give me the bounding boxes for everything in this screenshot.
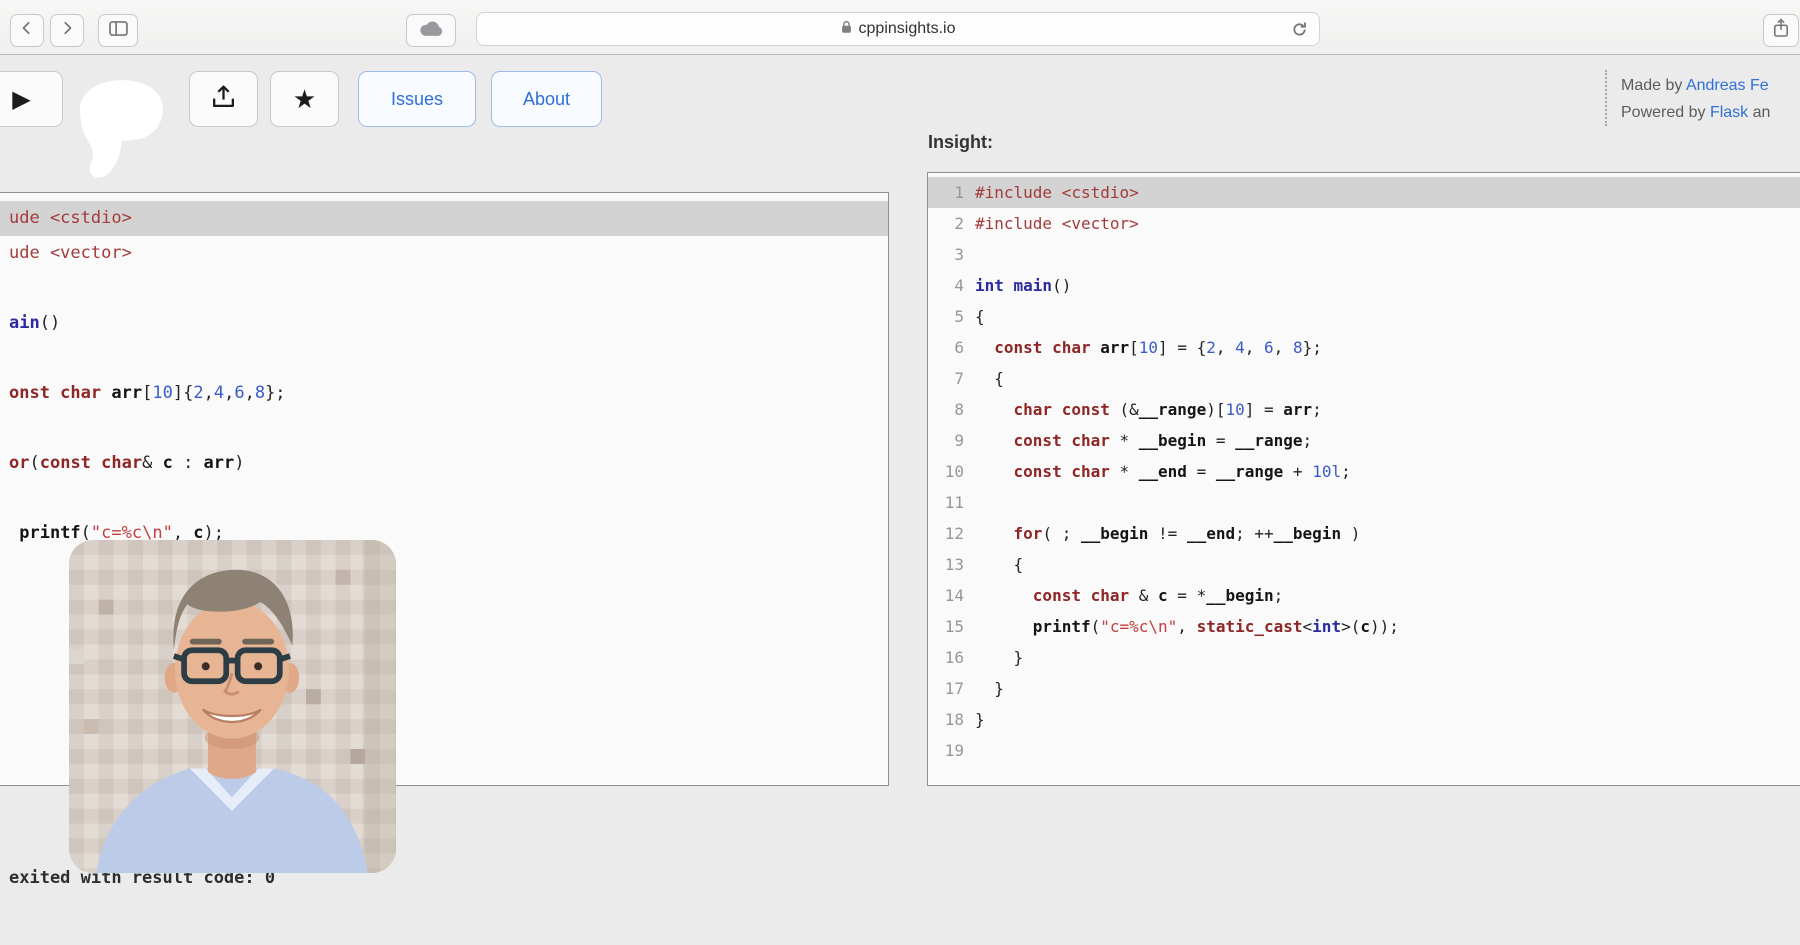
line-number: 7	[934, 363, 964, 394]
code-line: 5{	[928, 301, 1800, 332]
line-number: 2	[934, 208, 964, 239]
code-line: 13 {	[928, 549, 1800, 580]
code-line: ude <vector>	[0, 236, 888, 271]
issues-button[interactable]: Issues	[358, 71, 476, 127]
cloud-icon	[418, 20, 444, 42]
code-line: 6 const char arr[10] = {2, 4, 6, 8};	[928, 332, 1800, 363]
line-number: 10	[934, 456, 964, 487]
credits: Made by Andreas Fe Powered by Flask an	[1621, 72, 1770, 126]
insight-label: Insight:	[928, 132, 993, 153]
credit-text: an	[1748, 104, 1770, 121]
code-line: 3	[928, 239, 1800, 270]
chevron-left-icon	[20, 21, 34, 40]
back-button[interactable]	[10, 14, 44, 47]
code-line: 16 }	[928, 642, 1800, 673]
url-bar[interactable]: cppinsights.io	[476, 12, 1320, 46]
line-number: 11	[934, 487, 964, 518]
code-line	[0, 481, 888, 516]
code-line: 15 printf("c=%c\n", static_cast<int>(c))…	[928, 611, 1800, 642]
star-button[interactable]: ★	[270, 71, 339, 127]
line-number: 9	[934, 425, 964, 456]
run-button[interactable]: ▶	[0, 71, 63, 127]
code-line: 10 const char * __end = __range + 10l;	[928, 456, 1800, 487]
code-line: 8 char const (&__range)[10] = arr;	[928, 394, 1800, 425]
upload-icon	[210, 83, 237, 115]
about-button[interactable]: About	[491, 71, 602, 127]
code-line	[0, 341, 888, 376]
source-code[interactable]: ude <cstdio>ude <vector>ain()onst char a…	[0, 201, 888, 551]
lock-icon	[841, 20, 852, 39]
about-label: About	[523, 89, 570, 110]
credit-link[interactable]: Flask	[1710, 104, 1748, 121]
credits-separator	[1605, 70, 1607, 126]
code-line: 2#include <vector>	[928, 208, 1800, 239]
white-blob-overlay	[66, 52, 178, 210]
line-number: 14	[934, 580, 964, 611]
line-number: 12	[934, 518, 964, 549]
line-number: 19	[934, 735, 964, 766]
code-line: 14 const char & c = *__begin;	[928, 580, 1800, 611]
credit-line-powered-by: Powered by Flask an	[1621, 99, 1770, 126]
chevron-right-icon	[60, 21, 74, 40]
reload-icon[interactable]	[1291, 21, 1308, 43]
star-icon: ★	[293, 84, 316, 115]
issues-label: Issues	[391, 89, 443, 110]
line-number: 15	[934, 611, 964, 642]
code-line: or(const char& c : arr)	[0, 446, 888, 481]
insight-panel: 1#include <cstdio>2#include <vector>34in…	[927, 172, 1800, 786]
code-line: 19	[928, 735, 1800, 766]
sidebar-icon	[109, 21, 128, 41]
code-line: 18}	[928, 704, 1800, 735]
line-number: 6	[934, 332, 964, 363]
line-number: 5	[934, 301, 964, 332]
insight-code: 1#include <cstdio>2#include <vector>34in…	[928, 177, 1800, 766]
author-photo-illustration	[69, 540, 396, 873]
code-line: ain()	[0, 306, 888, 341]
page: cppinsights.io ▶ ★ Issues About Made by …	[0, 0, 1800, 945]
credit-text: Made by	[1621, 77, 1686, 94]
forward-button[interactable]	[50, 14, 84, 47]
code-line: 1#include <cstdio>	[928, 177, 1800, 208]
cloud-tab-button[interactable]	[406, 14, 456, 47]
share-button[interactable]	[1763, 14, 1799, 47]
credit-line-made-by: Made by Andreas Fe	[1621, 72, 1770, 99]
line-number: 13	[934, 549, 964, 580]
code-line: 7 {	[928, 363, 1800, 394]
code-line: onst char arr[10]{2,4,6,8};	[0, 376, 888, 411]
code-line: 17 }	[928, 673, 1800, 704]
code-line: 11	[928, 487, 1800, 518]
browser-chrome: cppinsights.io	[0, 0, 1800, 55]
credit-text: Powered by	[1621, 104, 1710, 121]
line-number: 8	[934, 394, 964, 425]
play-icon: ▶	[12, 85, 30, 114]
code-line: 12 for( ; __begin != __end; ++__begin )	[928, 518, 1800, 549]
line-number: 17	[934, 673, 964, 704]
upload-button[interactable]	[189, 71, 258, 127]
line-number: 4	[934, 270, 964, 301]
author-photo	[69, 540, 396, 873]
line-number: 16	[934, 642, 964, 673]
url-text: cppinsights.io	[859, 20, 956, 38]
code-line	[0, 411, 888, 446]
line-number: 1	[934, 177, 964, 208]
line-number: 3	[934, 239, 964, 270]
share-icon	[1773, 18, 1789, 43]
code-line	[0, 271, 888, 306]
credit-link[interactable]: Andreas Fe	[1686, 77, 1769, 94]
code-line: 9 const char * __begin = __range;	[928, 425, 1800, 456]
code-line: 4int main()	[928, 270, 1800, 301]
line-number: 18	[934, 704, 964, 735]
sidebar-toggle-button[interactable]	[98, 14, 138, 47]
